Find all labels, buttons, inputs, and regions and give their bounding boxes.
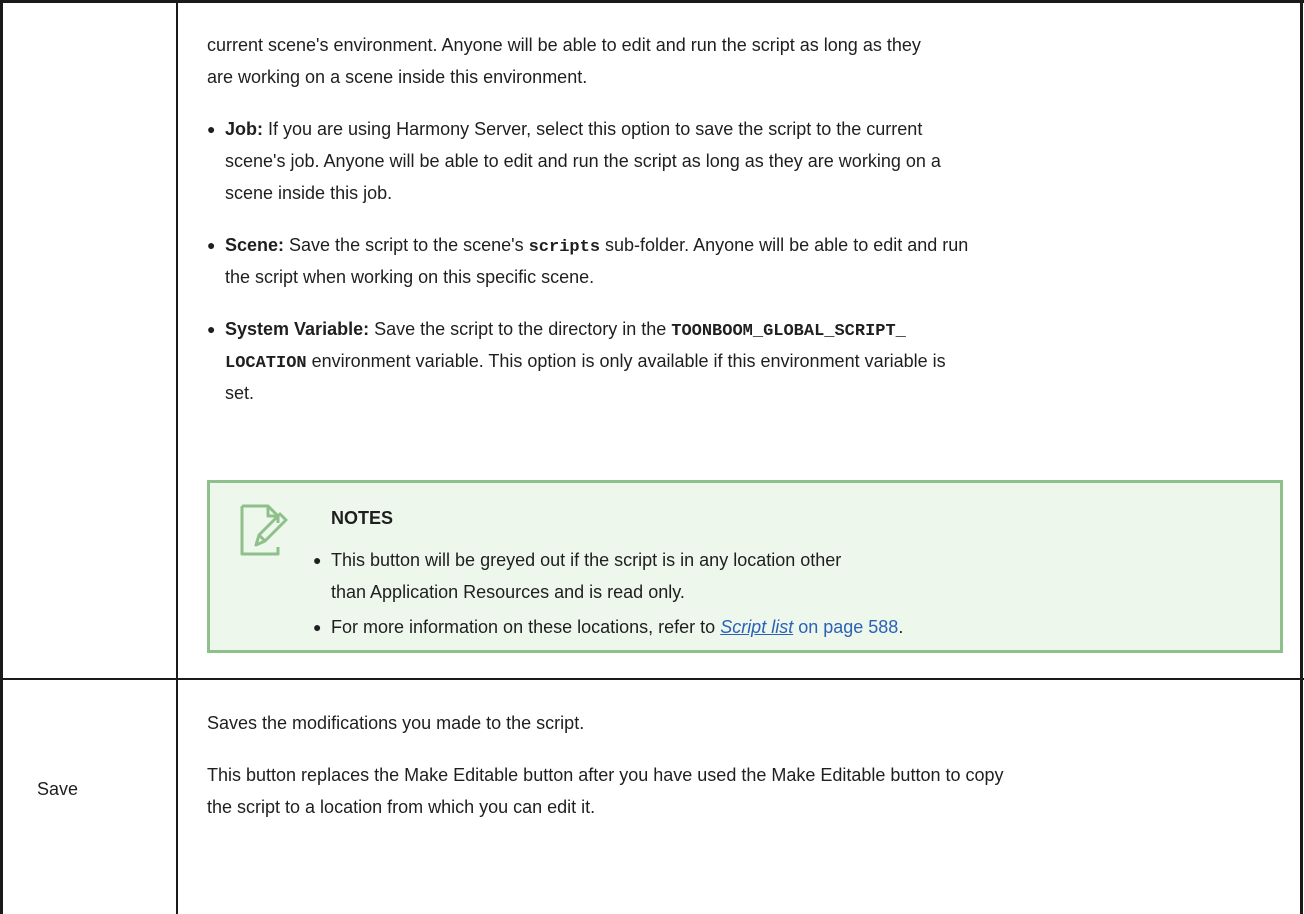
sysvar-text-3: set. — [225, 383, 255, 403]
row-label-save: Save — [37, 779, 79, 799]
bullet-dot: ● — [313, 619, 322, 635]
note-item-2: ● For more information on these locations… — [313, 611, 904, 643]
note-item-1-text: This button will be greyed out if the sc… — [331, 550, 842, 570]
intro-line-1: current scene's environment. Anyone will… — [207, 35, 921, 55]
note-item-1: ● This button will be greyed out if the s… — [313, 544, 842, 576]
scene-code: scripts — [528, 238, 601, 257]
sysvar-code-1: TOONBOOM_GLOBAL_SCRIPT_ — [671, 322, 906, 341]
sysvar-text-1: Save the script to the directory in the — [369, 319, 672, 339]
notes-box: NOTES ● This button will be greyed out if… — [207, 480, 1283, 653]
note-item-2-end: . — [898, 617, 904, 637]
job-text-2: scene's job. Anyone will be able to edit… — [225, 151, 941, 171]
save-desc-3: the script to a location from which you … — [207, 797, 596, 817]
save-desc-2: This button replaces the Make Editable b… — [207, 765, 1004, 785]
table-left-border — [0, 0, 3, 914]
note-item-2-text: For more information on these locations,… — [331, 617, 721, 637]
note-item-1-cont: than Application Resources and is read o… — [331, 582, 685, 602]
table-row-divider — [0, 678, 1304, 680]
bullet-system-variable: ● System Variable: Save the script to the… — [207, 313, 906, 348]
table-column-divider — [176, 0, 178, 914]
job-text-1: If you are using Harmony Server, select … — [263, 119, 923, 139]
table-top-border — [0, 0, 1304, 3]
note-pencil-icon — [240, 504, 288, 556]
bullet-job: ● Job: If you are using Harmony Server, s… — [207, 113, 923, 145]
bullet-dot: ● — [207, 321, 216, 337]
script-list-link[interactable]: Script list — [720, 617, 793, 637]
page-ref-link[interactable]: on page 588 — [793, 617, 898, 637]
sysvar-text-2: environment variable. This option is onl… — [306, 351, 946, 371]
bullet-dot: ● — [207, 121, 216, 137]
bullet-dot: ● — [207, 237, 216, 253]
notes-title: NOTES — [331, 508, 394, 528]
sysvar-code-2: LOCATION — [225, 354, 307, 373]
scene-label: Scene: — [225, 235, 285, 255]
scene-text-3: the script when working on this specific… — [225, 267, 595, 287]
job-label: Job: — [225, 119, 263, 139]
bullet-scene: ● Scene: Save the script to the scene's s… — [207, 229, 969, 264]
sysvar-line-2: LOCATION environment variable. This opti… — [225, 345, 946, 380]
save-desc-1: Saves the modifications you made to the … — [207, 713, 585, 733]
sysvar-label: System Variable: — [225, 319, 370, 339]
bullet-dot: ● — [313, 552, 322, 568]
scene-text-1: Save the script to the scene's — [284, 235, 529, 255]
job-text-3: scene inside this job. — [225, 183, 393, 203]
scene-text-2: sub-folder. Anyone will be able to edit … — [600, 235, 969, 255]
table-right-border — [1300, 0, 1303, 914]
intro-line-2: are working on a scene inside this envir… — [207, 67, 588, 87]
